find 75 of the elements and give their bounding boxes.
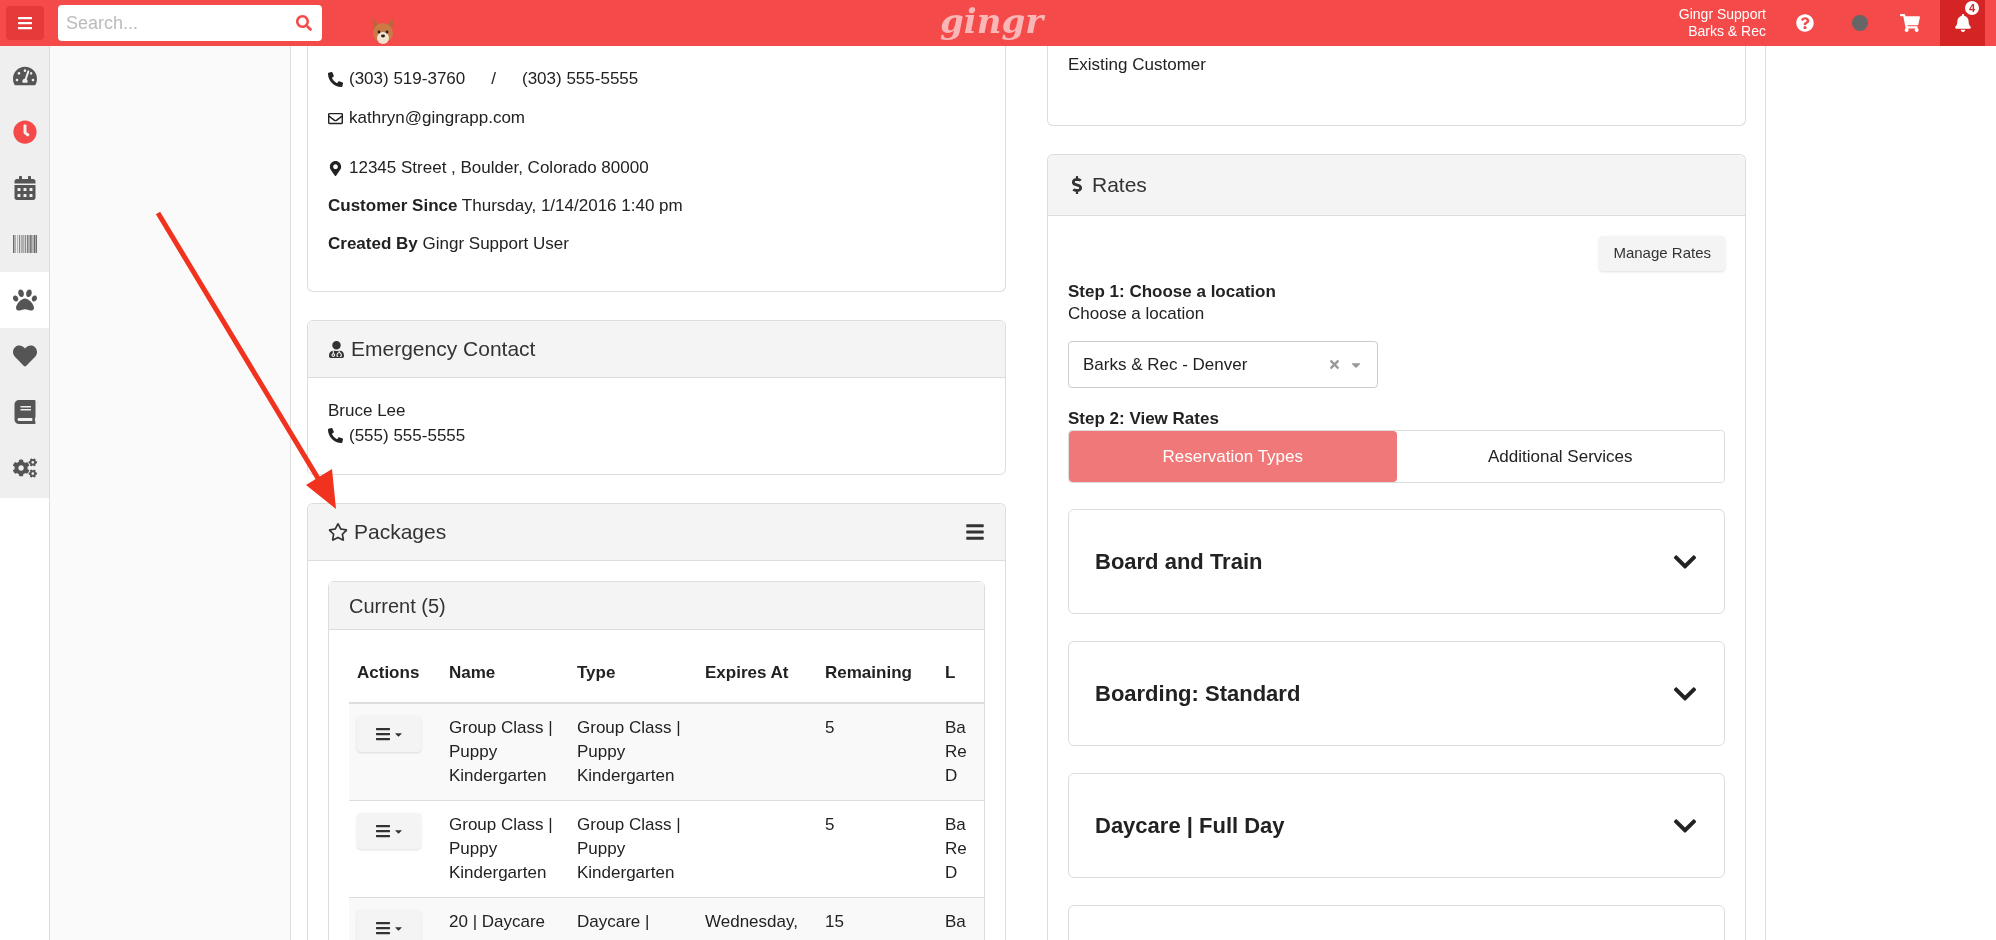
gauge-icon [12, 64, 37, 88]
bell-icon [1953, 14, 1972, 32]
card-title: Current (5) [349, 593, 446, 619]
card-title: Rates [1092, 172, 1147, 199]
column-header: L [944, 662, 957, 684]
clear-icon[interactable] [1328, 358, 1341, 371]
accordion-item[interactable]: Board and Train [1068, 509, 1725, 614]
table-cell-text: Ba Re D [945, 717, 967, 787]
clock-icon [12, 120, 37, 144]
table-cell: Daycare | [577, 912, 650, 931]
location-pin-icon [328, 160, 343, 176]
email-link[interactable]: kathryn@gingrapp.com [349, 105, 525, 131]
card-title: Packages [354, 519, 447, 546]
manage-rates-button[interactable]: Manage Rates [1599, 236, 1725, 271]
phone-number[interactable]: (555) 555-5555 [349, 423, 466, 448]
menu-button[interactable] [6, 6, 44, 40]
phone-icon [328, 428, 343, 443]
paw-icon [12, 288, 37, 312]
email-icon [328, 110, 343, 126]
accordion-item[interactable]: Boarding: Standard [1068, 641, 1725, 746]
star-icon [328, 522, 348, 542]
step-title: Step 1: Choose a location [1068, 281, 1277, 303]
phone-icon [328, 71, 343, 87]
search-icon[interactable] [296, 15, 312, 31]
detail-text: Customer Since Thursday, 1/14/2016 1:40 pm [328, 195, 684, 217]
menu-icon [374, 726, 391, 742]
table-cell: 20 | Daycare [449, 912, 546, 931]
step-title: Step 2: View Rates [1068, 408, 1220, 430]
menu-icon [374, 823, 391, 839]
actions-dropdown-button[interactable] [357, 813, 421, 849]
table-cell: Group Class | Puppy Kindergarten [449, 815, 553, 882]
table-cell: Group Class | Puppy Kindergarten [577, 718, 681, 785]
table-cell: 5 [825, 718, 835, 737]
table-cell-text: Ba [945, 911, 966, 933]
customer-status: Existing Customer [1068, 55, 1206, 74]
table-cell: Group Class | Puppy Kindergarten [449, 718, 553, 785]
calendar-icon [12, 176, 37, 200]
contact-name: Bruce Lee [328, 400, 407, 422]
card-title: Emergency Contact [351, 336, 536, 363]
settings-icon [12, 456, 37, 480]
column-header: Expires At [704, 662, 790, 684]
phone-separator: / [491, 68, 496, 91]
menu-icon [374, 920, 391, 936]
location-select[interactable]: Barks & Rec - Denver [1068, 341, 1378, 388]
phone-number[interactable]: (303) 555-5555 [522, 66, 639, 92]
table-cell: 15 [825, 912, 844, 931]
book-icon [12, 400, 37, 424]
table-cell: Wednesday, [705, 912, 798, 931]
menu-icon [17, 15, 33, 31]
column-header: Actions [356, 662, 421, 684]
sidebar-item[interactable] [0, 272, 49, 328]
heart-icon [12, 344, 37, 368]
detail-text: Created By Gingr Support User [328, 233, 570, 255]
actions-dropdown-button[interactable] [357, 910, 421, 940]
column-header: Name [448, 662, 497, 684]
table-cell: Group Class | Puppy Kindergarten [577, 815, 681, 882]
table-cell: 5 [825, 815, 835, 834]
user-name[interactable]: Gingr Support [1678, 6, 1766, 23]
user-location[interactable]: Barks & Rec [1688, 23, 1766, 40]
table-cell-text: Ba Re D [945, 814, 967, 884]
menu-icon[interactable] [965, 522, 985, 542]
actions-dropdown-button[interactable] [357, 716, 421, 752]
field-label: Choose a location [1068, 303, 1206, 325]
search-field[interactable]: Search... [58, 5, 322, 41]
phone-number[interactable]: (303) 519-3760 [349, 66, 466, 92]
doctor-icon [328, 340, 345, 358]
accordion-item[interactable]: Daycare | Full Day [1068, 773, 1725, 878]
barcode-icon [12, 232, 37, 256]
column-header: Type [576, 662, 617, 684]
help-icon[interactable] [1796, 14, 1814, 32]
notifications-button[interactable]: 4 [1940, 0, 1985, 46]
cart-icon[interactable] [1900, 13, 1920, 33]
address-text: 12345 Street , Boulder, Colorado 80000 [349, 157, 649, 180]
notification-badge: 4 [1965, 1, 1979, 15]
column-header: Remaining [824, 662, 913, 684]
